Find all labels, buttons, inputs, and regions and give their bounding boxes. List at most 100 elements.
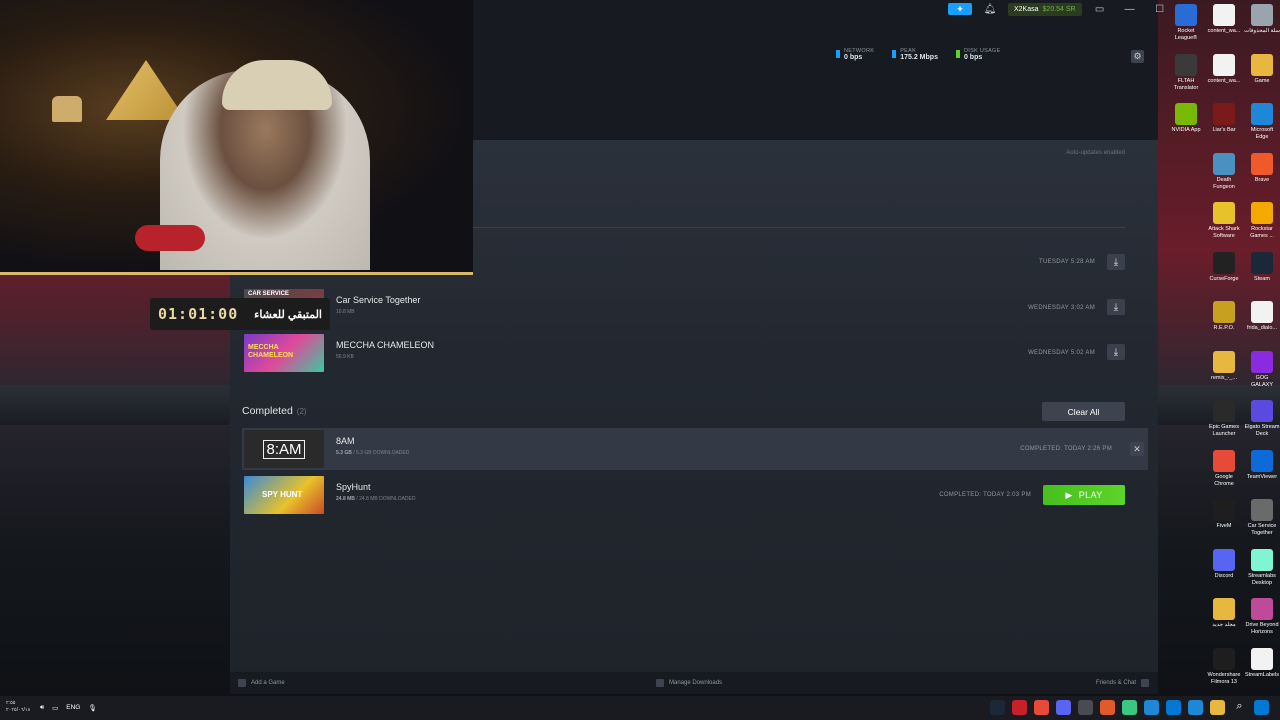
webcam-overlay [0, 0, 473, 275]
app-icon [1251, 152, 1273, 175]
remove-icon[interactable]: ✕ [1130, 442, 1144, 456]
app-icon [1251, 202, 1273, 224]
desktop-icon[interactable]: Discord [1206, 545, 1242, 580]
app-icon [1213, 598, 1235, 620]
desktop-icon[interactable]: R.E.P.O. [1206, 297, 1242, 332]
download-row[interactable]: CAR SERVICE Car Service Together 10.8 MB… [242, 287, 1148, 329]
completed-row[interactable]: SPY HUNT SpyHunt 24.8 MB / 24.8 MB DOWNL… [242, 474, 1148, 516]
desktop-icon[interactable]: TeamViewer [1244, 446, 1280, 481]
desktop-icon[interactable]: Wondershare Filmora 13 [1206, 644, 1242, 686]
desktop-icon[interactable]: remix_-_... [1206, 347, 1242, 382]
desktop-icon[interactable]: Streamlabs Desktop [1244, 545, 1280, 587]
desktop-icon[interactable]: Car Service Together [1244, 495, 1280, 537]
desktop-icon-label: content_wa... [1207, 28, 1241, 34]
explorer-taskbar-icon[interactable] [1210, 700, 1225, 715]
desktop-icon[interactable]: Drive Beyond Horizons [1244, 594, 1280, 636]
app-icon [1251, 301, 1273, 323]
steam-taskbar-icon[interactable] [990, 700, 1005, 715]
app-icon [1251, 4, 1273, 26]
stat-network: NETWORK 0 bps [836, 48, 874, 61]
clear-all-button[interactable]: Clear All [1042, 402, 1125, 421]
desktop-icon[interactable]: CurseForge [1206, 248, 1242, 283]
desktop-icon[interactable]: content_wa... [1206, 50, 1242, 85]
desktop-icon-label: FLTAH Translator [1173, 77, 1199, 91]
network-icon[interactable]: ▭ [52, 704, 58, 712]
download-icon[interactable]: ⤓ [1107, 254, 1125, 270]
desktop-icon[interactable]: Steam [1244, 248, 1280, 283]
app-icon [1251, 400, 1273, 422]
desktop-icon-label: Liar's Bar [1212, 127, 1236, 133]
brave-taskbar-icon[interactable] [1100, 700, 1115, 715]
settings-gear-icon[interactable]: ⚙ [1131, 50, 1144, 63]
add-game-button[interactable]: Add a Game [238, 679, 285, 687]
download-icon[interactable]: ⤓ [1107, 299, 1125, 315]
clock[interactable]: ٢:٥٥ ٢٠٢٥/٠٦/١٨ [6, 700, 30, 714]
account-menu[interactable]: X2Kasa $20.54 SR [1008, 2, 1082, 16]
game-thumbnail: SPY HUNT [244, 476, 324, 514]
edge-taskbar-icon[interactable] [1188, 700, 1203, 715]
app-icon [1213, 251, 1235, 274]
desktop-icon[interactable]: Attack Shark Software [1206, 198, 1242, 240]
desktop-icon-label: NVIDIA App [1171, 127, 1201, 133]
desktop-icon[interactable]: frida_dialo... [1244, 297, 1280, 332]
desktop-icon[interactable]: NVIDIA App [1168, 99, 1204, 134]
desktop-icon[interactable]: Death Fungeon [1206, 149, 1242, 191]
language-indicator[interactable]: ENG [66, 704, 80, 712]
desktop-icon-label: frida_dialo... [1247, 325, 1277, 331]
lamp [52, 96, 82, 122]
desktop-icon-label: Car Service Together [1247, 523, 1277, 536]
desktop-icon[interactable]: Game [1244, 50, 1280, 85]
microphone [135, 225, 205, 251]
app-taskbar-icon[interactable] [1122, 700, 1137, 715]
game-name: Car Service Together [336, 295, 421, 305]
desktop-icon[interactable]: FLTAH Translator [1168, 50, 1204, 92]
desktop-icon[interactable]: Microsoft Edge [1244, 99, 1280, 141]
desktop-icon[interactable]: FiveM [1206, 495, 1242, 530]
app-icon [1213, 499, 1235, 521]
minimize-icon[interactable]: — [1118, 2, 1142, 16]
mic-icon[interactable]: 🎙︎ [88, 704, 96, 712]
desktop-icon[interactable]: Rocket League® [1168, 0, 1204, 42]
desktop-icon[interactable]: content_wa... [1206, 0, 1242, 35]
announce-icon[interactable]: ✦ [948, 3, 972, 15]
timer-label: المتبقي للعشاء [254, 308, 322, 321]
app-taskbar-icon[interactable] [1144, 700, 1159, 715]
volume-icon[interactable]: 🔊︎ [40, 704, 44, 712]
desktop-icon-label: Steam [1254, 275, 1270, 282]
auto-updates-label: Auto-updates enabled [1066, 150, 1125, 156]
bigpicture-icon[interactable]: ▭ [1088, 2, 1112, 16]
desktop-icon[interactable]: Brave [1244, 149, 1280, 184]
desktop-icon[interactable]: سلة المحذوفات [1244, 0, 1280, 35]
app-icon [1175, 103, 1197, 125]
discord-taskbar-icon[interactable] [1056, 700, 1071, 715]
start-icon[interactable] [1254, 700, 1269, 715]
desktop-icon[interactable]: مجلد جديد [1206, 594, 1242, 629]
chrome-taskbar-icon[interactable] [1034, 700, 1049, 715]
play-button[interactable]: ▶ PLAY [1043, 485, 1125, 505]
app-icon [1251, 350, 1273, 373]
download-row[interactable]: MECCHA CHAMELEON MECCHA CHAMELEON 56.9 K… [242, 332, 1148, 374]
app-icon [1251, 103, 1273, 125]
download-icon[interactable]: ⤓ [1107, 344, 1125, 360]
bell-icon[interactable]: 🔔︎ [978, 2, 1002, 16]
completed-row[interactable]: 8:AM 8AM 5.3 GB / 5.3 GB DOWNLOADED COMP… [242, 428, 1148, 470]
store-taskbar-icon[interactable] [1166, 700, 1181, 715]
taskbar-apps: ⌕ [990, 700, 1269, 715]
app-icon [1213, 301, 1235, 323]
app-taskbar-icon[interactable] [1012, 700, 1027, 715]
app-icon [1213, 400, 1235, 422]
app-icon [1213, 53, 1235, 76]
desktop-icon[interactable]: StreamLabels [1244, 644, 1280, 679]
desktop-icon[interactable]: Elgato Stream Deck [1244, 396, 1280, 438]
downloads-icon [656, 679, 664, 687]
desktop-icon[interactable]: GOG GALAXY [1244, 347, 1280, 389]
desktop-icon[interactable]: Liar's Bar [1206, 99, 1242, 134]
desktop-icon[interactable]: Epic Games Launcher [1206, 396, 1242, 438]
desktop-icon[interactable]: Rockstar Games ... [1244, 198, 1280, 240]
app-icon [1251, 647, 1273, 670]
search-icon[interactable]: ⌕ [1232, 700, 1247, 715]
app-taskbar-icon[interactable] [1078, 700, 1093, 715]
manage-downloads-button[interactable]: Manage Downloads [656, 679, 722, 687]
friends-chat-button[interactable]: Friends & Chat [1096, 679, 1150, 687]
desktop-icon[interactable]: Google Chrome [1206, 446, 1242, 488]
